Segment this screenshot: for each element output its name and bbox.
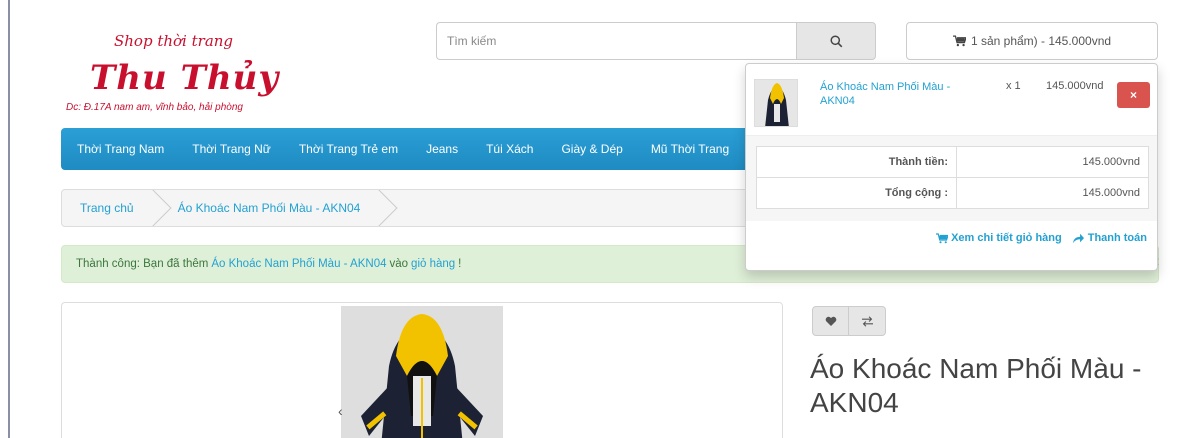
breadcrumb: Trang chủ Áo Khoác Nam Phối Màu - AKN04 — [61, 189, 761, 227]
cart-summary: 1 sản phẩm) - 145.000vnd — [970, 34, 1112, 48]
total-label: Tổng cộng : — [756, 177, 957, 209]
cart-dropdown: Áo Khoác Nam Phối Màu - AKN04 x 1 145.00… — [745, 63, 1158, 271]
totals-row-total: Tổng cộng : 145.000vnd — [756, 177, 1149, 209]
breadcrumb-product[interactable]: Áo Khoác Nam Phối Màu - AKN04 — [156, 190, 383, 226]
nav-item-thoi-trang-nam[interactable]: Thời Trang Nam — [77, 142, 164, 156]
compare-button[interactable] — [849, 306, 886, 336]
search-icon — [829, 34, 842, 47]
checkout-link[interactable]: Thanh toán — [1072, 232, 1147, 244]
alert-middle: vào — [389, 258, 409, 270]
left-edge-bar — [8, 0, 10, 438]
main-nav: Thời Trang Nam Thời Trang Nữ Thời Trang … — [61, 128, 781, 170]
product-title: Áo Khoác Nam Phối Màu - AKN04 — [810, 353, 1142, 418]
cart-dropdown-links: Xem chi tiết giỏ hàng Thanh toán — [936, 232, 1147, 244]
subtotal-value: 145.000vnd — [956, 146, 1149, 178]
share-arrow-icon — [1072, 233, 1084, 243]
cart-totals-table: Thành tiền: 145.000vnd Tổng cộng : 145.0… — [756, 146, 1149, 209]
product-image[interactable] — [341, 306, 503, 438]
store-logo[interactable]: Shop thời trang Thu Thủy Dc: Đ.17A nam a… — [66, 30, 326, 120]
logo-tagline: Shop thời trang — [114, 32, 234, 50]
view-cart-label: Xem chi tiết giỏ hàng — [951, 232, 1062, 244]
cart-item-name[interactable]: Áo Khoác Nam Phối Màu - AKN04 — [820, 80, 970, 108]
cart-button[interactable]: 1 sản phẩm) - 145.000vnd — [906, 22, 1158, 60]
logo-name: Thu Thủy — [90, 58, 280, 98]
nav-item-thoi-trang-nu[interactable]: Thời Trang Nữ — [192, 142, 271, 156]
product-actions — [812, 306, 886, 336]
cart-item: Áo Khoác Nam Phối Màu - AKN04 x 1 145.00… — [746, 64, 1157, 136]
cart-item-quantity: x 1 — [1006, 80, 1021, 92]
nav-item-giay-dep[interactable]: Giày & Dép — [561, 142, 622, 156]
cart-icon — [936, 232, 949, 243]
nav-item-mu-thoi-trang[interactable]: Mũ Thời Trang — [651, 142, 729, 156]
checkout-label: Thanh toán — [1087, 232, 1147, 244]
search-button[interactable] — [796, 22, 876, 60]
jacket-thumbnail — [755, 80, 797, 126]
nav-item-tui-xach[interactable]: Túi Xách — [486, 142, 533, 156]
alert-product-link[interactable]: Áo Khoác Nam Phối Màu - AKN04 — [211, 258, 386, 270]
nav-item-thoi-trang-tre-em[interactable]: Thời Trang Trẻ em — [299, 142, 398, 156]
close-icon: × — [1129, 88, 1137, 102]
totals-row-subtotal: Thành tiền: 145.000vnd — [756, 146, 1149, 178]
exchange-icon — [861, 315, 873, 327]
alert-prefix: Thành công: Bạn đã thêm — [76, 258, 209, 270]
chevron-left-icon[interactable]: ‹ — [338, 403, 343, 419]
cart-item-price: 145.000vnd — [1046, 80, 1104, 92]
cart-icon — [952, 35, 966, 47]
alert-suffix: ! — [458, 258, 462, 270]
product-image-box: ‹ — [61, 302, 783, 438]
search-bar — [436, 22, 876, 60]
alert-cart-link[interactable]: giỏ hàng — [411, 258, 455, 270]
search-input[interactable] — [436, 22, 796, 60]
view-cart-link[interactable]: Xem chi tiết giỏ hàng — [936, 232, 1062, 244]
jacket-photo — [341, 306, 503, 438]
remove-item-button[interactable]: × — [1117, 82, 1150, 108]
breadcrumb-home[interactable]: Trang chủ — [62, 190, 156, 226]
logo-address: Dc: Đ.17A nam am, vĩnh bảo, hải phòng — [66, 102, 243, 113]
heart-icon — [825, 316, 836, 326]
nav-item-jeans[interactable]: Jeans — [426, 142, 458, 156]
wishlist-button[interactable] — [812, 306, 849, 336]
cart-item-thumbnail[interactable] — [754, 79, 798, 127]
total-value: 145.000vnd — [956, 177, 1149, 209]
subtotal-label: Thành tiền: — [756, 146, 957, 178]
